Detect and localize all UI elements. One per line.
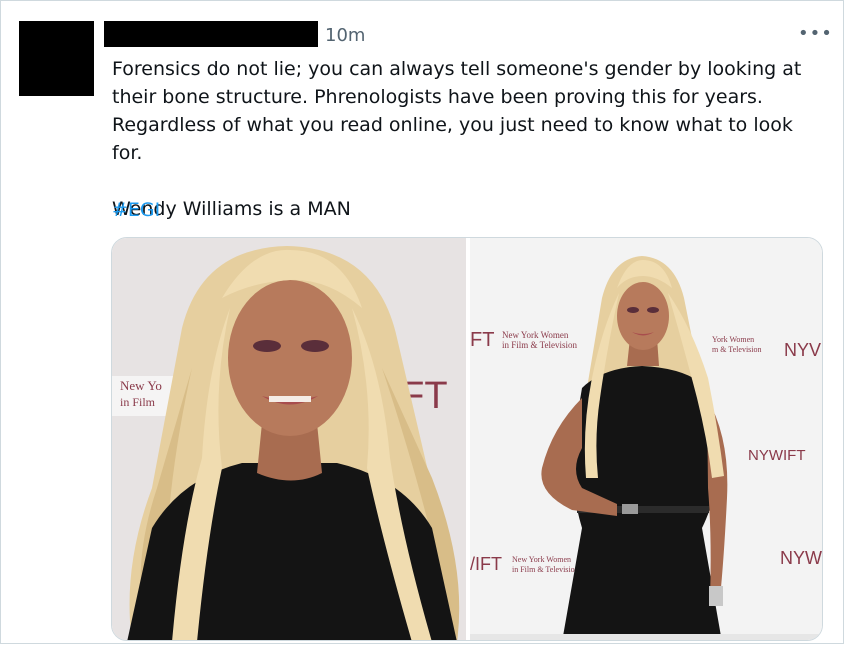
- photo-right[interactable]: FT New York Women in Film & Television Y…: [470, 238, 823, 641]
- backdrop-logo: FT: [470, 329, 494, 351]
- backdrop-text: New York Women: [502, 330, 569, 340]
- hashtag-link[interactable]: #EGI: [112, 196, 160, 224]
- backdrop-text: m & Television: [712, 345, 762, 354]
- more-options-icon[interactable]: •••: [798, 23, 833, 44]
- timestamp[interactable]: 10m: [325, 25, 365, 46]
- backdrop-logo: /IFT: [470, 554, 502, 574]
- media-attachment[interactable]: New Yo in Film /IFT FT New York Women in…: [111, 237, 823, 641]
- tweet-card[interactable]: 10m ••• Forensics do not lie; you can al…: [0, 0, 844, 644]
- avatar[interactable]: [19, 21, 94, 96]
- backdrop-logo: NYW: [780, 548, 822, 568]
- backdrop-logo: NYWIFT: [748, 447, 806, 464]
- backdrop-text: York Women: [712, 335, 754, 344]
- redacted-username: [104, 21, 318, 47]
- backdrop-text: in Film & Television: [512, 565, 579, 574]
- photo-left[interactable]: New Yo in Film /IFT: [112, 238, 466, 641]
- backdrop-text: New Yo: [120, 378, 162, 393]
- backdrop-text: in Film: [120, 395, 156, 409]
- backdrop-text: New York Women: [512, 555, 571, 564]
- tweet-text: Forensics do not lie; you can always tel…: [112, 58, 802, 220]
- backdrop-logo: NYV: [784, 340, 821, 360]
- backdrop-text: in Film & Television: [502, 340, 577, 350]
